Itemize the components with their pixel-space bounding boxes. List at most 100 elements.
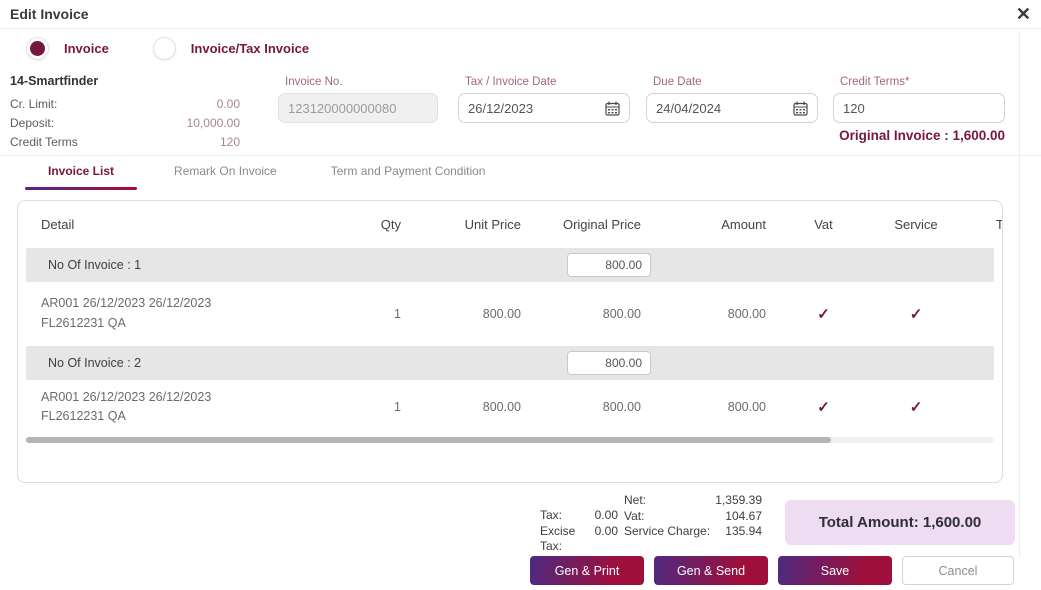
item-amount: 800.00 [727,400,766,414]
item-unit-price: 800.00 [482,400,521,414]
horizontal-scrollbar-track[interactable] [26,437,994,443]
header-service: Service [894,216,938,232]
item-detail-line1: AR001 26/12/2023 26/12/2023 [41,296,212,311]
credit-terms-label: Credit Terms [10,135,78,149]
service-check-icon[interactable]: ✓ [871,305,961,323]
customer-name: 14-Smartfinder [10,74,99,88]
group-label: No Of Invoice : 2 [48,356,142,370]
due-date-input[interactable] [656,100,787,116]
section-divider [0,155,1041,156]
edit-invoice-dialog: Edit Invoice ✕ Invoice Invoice/Tax Invoi… [0,0,1041,590]
vat-value: 104.67 [725,508,762,523]
excise-tax-label: Excise Tax: [540,523,576,554]
radio-invoice-label: Invoice [64,41,109,56]
tax-label: Tax: [540,508,563,522]
net-value: 1,359.39 [715,493,762,507]
net-label: Net: [624,493,647,507]
credit-terms-field: Credit Terms* [833,76,1005,123]
vat-check-icon[interactable]: ✓ [776,305,871,323]
radio-invoice-tax-label: Invoice/Tax Invoice [190,41,310,56]
header-amount: Amount [721,216,766,232]
invoice-group-header-1: No Of Invoice : 1 [26,248,994,282]
excise-tax-value: 0.00 [594,523,618,538]
group-original-price-input[interactable] [567,351,651,375]
invoice-no-box [278,93,438,123]
summary-tax-column: Tax: 0.00 Excise Tax: 0.00 [540,508,618,555]
calendar-icon[interactable] [793,101,808,116]
tab-bar: Invoice List Remark On Invoice Term and … [25,164,502,190]
horizontal-scrollbar-thumb[interactable] [26,437,831,443]
content-right-border [1019,32,1020,557]
table-row[interactable]: AR001 26/12/2023 26/12/2023 FL2612231 QA… [18,282,1002,345]
tab-invoice-list[interactable]: Invoice List [25,164,138,190]
item-detail: AR001 26/12/2023 26/12/2023 FL2612231 QA [18,294,351,333]
invoice-group-header-2: No Of Invoice : 2 [26,346,994,380]
item-qty: 1 [394,306,401,321]
action-buttons: Gen & Print Gen & Send Save Cancel [530,556,1014,585]
vat-label: Vat: [624,508,645,523]
invoice-no-label: Invoice No. [285,76,343,88]
credit-terms-box[interactable] [833,93,1005,123]
group-original-price-input[interactable] [567,253,651,277]
service-charge-label: Service Charge: [624,524,711,538]
credit-limit-value: 0.00 [216,97,240,111]
dialog-title: Edit Invoice [10,6,89,22]
total-amount-badge: Total Amount: 1,600.00 [785,500,1015,545]
item-unit-price: 800.00 [482,306,521,321]
credit-terms-row: Credit Terms 120 [10,133,240,152]
original-invoice-amount: Original Invoice : 1,600.00 [839,128,1005,143]
header-tax: Tax [995,216,1003,232]
radio-unselected-icon[interactable] [152,37,176,60]
item-detail: AR001 26/12/2023 26/12/2023 FL2612231 QA [18,388,351,427]
item-original-price: 800.00 [602,400,641,414]
invoice-no-field: Invoice No. [278,76,438,123]
header-vat: Vat [814,216,833,232]
tab-term-and-payment-condition[interactable]: Term and Payment Condition [314,164,503,190]
tax-invoice-date-input[interactable] [468,100,599,116]
vat-check-icon[interactable]: ✓ [776,398,871,416]
summary-net-column: Net: 1,359.39 Vat: 104.67 Service Charge: 1… [624,493,762,540]
tax-invoice-date-label: Tax / Invoice Date [465,76,557,88]
gen-send-button[interactable]: Gen & Send [654,556,768,585]
save-button[interactable]: Save [778,556,892,585]
invoice-list-table: Detail Qty Unit Price Original Price Amo… [17,200,1003,483]
table-row[interactable]: AR001 26/12/2023 26/12/2023 FL2612231 QA… [18,380,1002,434]
item-original-price: 800.00 [602,306,641,321]
close-icon[interactable]: ✕ [1016,2,1031,26]
credit-terms-input[interactable] [843,100,995,116]
cancel-button[interactable]: Cancel [902,556,1014,585]
credit-limit-label: Cr. Limit: [10,97,58,111]
deposit-label: Deposit: [10,116,55,130]
service-charge-value: 135.94 [725,524,762,538]
header-original-price: Original Price [562,216,641,232]
due-date-label: Due Date [653,76,702,88]
customer-info: 14-Smartfinder Cr. Limit: 0.00 Deposit: … [10,74,240,152]
dialog-header: Edit Invoice ✕ [0,0,1041,29]
item-qty: 1 [394,400,401,414]
radio-invoice-tax-invoice[interactable]: Invoice/Tax Invoice [152,37,310,60]
gen-print-button[interactable]: Gen & Print [530,556,644,585]
tab-remark-on-invoice[interactable]: Remark On Invoice [157,164,294,190]
credit-terms-field-label: Credit Terms* [840,76,910,88]
calendar-icon[interactable] [605,101,620,116]
service-check-icon[interactable]: ✓ [871,398,961,416]
due-date-field: Due Date [646,76,818,123]
group-label: No Of Invoice : 1 [48,258,142,272]
due-date-box[interactable] [646,93,818,123]
invoice-type-radios: Invoice Invoice/Tax Invoice [26,37,309,60]
header-detail: Detail [41,216,75,232]
tax-invoice-date-box[interactable] [458,93,630,123]
item-detail-line2: FL2612231 QA [41,315,126,330]
radio-invoice[interactable]: Invoice [26,37,109,60]
deposit-value: 10,000.00 [186,116,240,130]
invoice-no-input [288,100,428,116]
credit-terms-value: 120 [219,135,240,149]
table-header-row: Detail Qty Unit Price Original Price Amo… [18,201,1002,247]
item-amount: 800.00 [727,306,766,321]
item-detail-line1: AR001 26/12/2023 26/12/2023 [41,389,212,404]
radio-selected-icon[interactable] [26,37,49,60]
tax-invoice-date-field: Tax / Invoice Date [458,76,630,123]
credit-limit-row: Cr. Limit: 0.00 [10,95,240,114]
item-detail-line2: FL2612231 QA [41,409,126,423]
deposit-row: Deposit: 10,000.00 [10,114,240,133]
